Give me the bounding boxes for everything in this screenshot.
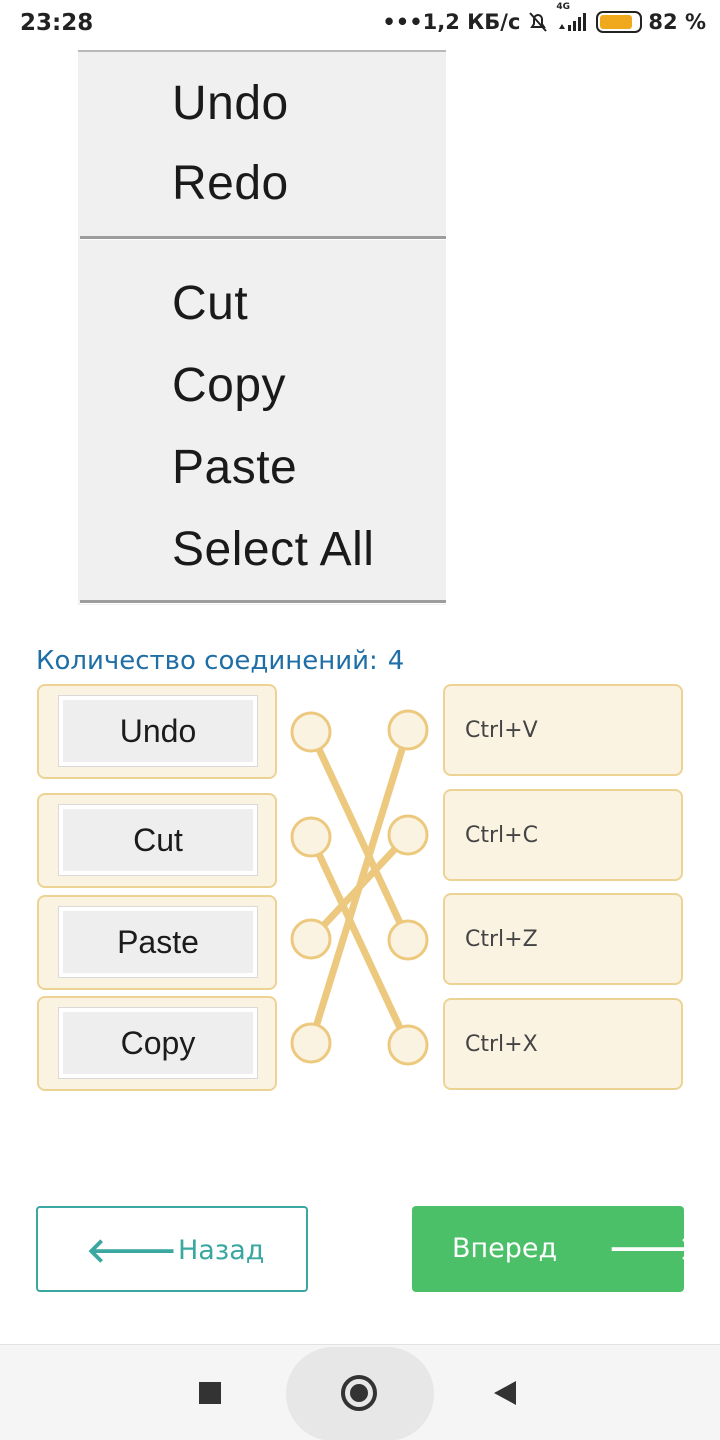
- right-card[interactable]: Ctrl+X: [443, 998, 683, 1090]
- arrow-right-icon: 🡒: [608, 1229, 700, 1269]
- battery-percent: 82 %: [648, 10, 706, 34]
- battery-fill: [600, 15, 632, 29]
- network-type: 4G: [556, 2, 571, 12]
- left-card[interactable]: Undo: [37, 684, 277, 779]
- left-card-label: Undo: [59, 696, 257, 766]
- context-menu-image: Undo Redo Cut Copy Paste Select All: [78, 50, 446, 605]
- next-button-label: Вперед: [452, 1233, 558, 1264]
- menu-item-redo: Redo: [172, 157, 289, 210]
- left-card[interactable]: Copy: [37, 996, 277, 1091]
- next-button[interactable]: Вперед 🡒: [412, 1206, 699, 1292]
- menu-item-undo: Undo: [172, 77, 289, 130]
- signal-icon: 4G: [556, 2, 590, 33]
- back-button[interactable]: 🡐 Назад: [36, 1206, 308, 1292]
- status-icons: •••1,2 КБ/с 4G 82 %: [382, 2, 706, 34]
- right-card-label: Ctrl+X: [465, 1031, 538, 1057]
- left-card-label: Copy: [59, 1008, 257, 1078]
- right-connector-handle[interactable]: [387, 814, 429, 856]
- left-connector-handle[interactable]: [290, 1022, 332, 1064]
- connections-label: Количество соединений:: [36, 646, 378, 676]
- left-connector-handle[interactable]: [290, 711, 332, 753]
- screen: 23:28 •••1,2 КБ/с 4G 82 % Undo Redo Cut …: [0, 0, 720, 1440]
- right-card[interactable]: Ctrl+C: [443, 789, 683, 881]
- system-nav-bar: [0, 1344, 720, 1440]
- status-time: 23:28: [20, 10, 94, 36]
- network-speed: •••1,2 КБ/с: [382, 10, 521, 34]
- right-card[interactable]: Ctrl+V: [443, 684, 683, 776]
- left-card[interactable]: Cut: [37, 793, 277, 888]
- menu-separator: [80, 600, 446, 604]
- right-connector-handle[interactable]: [387, 709, 429, 751]
- menu-separator: [80, 236, 446, 240]
- connections-count: Количество соединений: 4: [36, 646, 404, 676]
- right-card-label: Ctrl+V: [465, 717, 538, 743]
- connections-count-value: 4: [387, 646, 405, 676]
- menu-item-select-all: Select All: [172, 523, 375, 576]
- back-triangle-icon[interactable]: [494, 1381, 516, 1405]
- right-connector-handle[interactable]: [387, 919, 429, 961]
- left-connector-handle[interactable]: [290, 816, 332, 858]
- right-card[interactable]: Ctrl+Z: [443, 893, 683, 985]
- right-connector-handle[interactable]: [387, 1024, 429, 1066]
- connection-line: [307, 726, 412, 1047]
- menu-item-copy: Copy: [172, 359, 287, 412]
- home-icon[interactable]: [341, 1375, 377, 1411]
- mute-icon: [526, 10, 550, 34]
- menu-item-paste: Paste: [172, 441, 298, 494]
- left-card-label: Cut: [59, 805, 257, 875]
- menu-item-cut: Cut: [172, 277, 249, 330]
- right-card-label: Ctrl+Z: [465, 926, 538, 952]
- left-card[interactable]: Paste: [37, 895, 277, 990]
- left-connector-handle[interactable]: [290, 918, 332, 960]
- battery-icon: [596, 11, 643, 33]
- recents-icon[interactable]: [199, 1382, 221, 1404]
- status-bar: 23:28 •••1,2 КБ/с 4G 82 %: [0, 0, 720, 50]
- left-card-label: Paste: [59, 907, 257, 977]
- back-button-label: Назад: [178, 1235, 265, 1266]
- arrow-left-icon: 🡐: [86, 1231, 178, 1271]
- right-card-label: Ctrl+C: [465, 822, 538, 848]
